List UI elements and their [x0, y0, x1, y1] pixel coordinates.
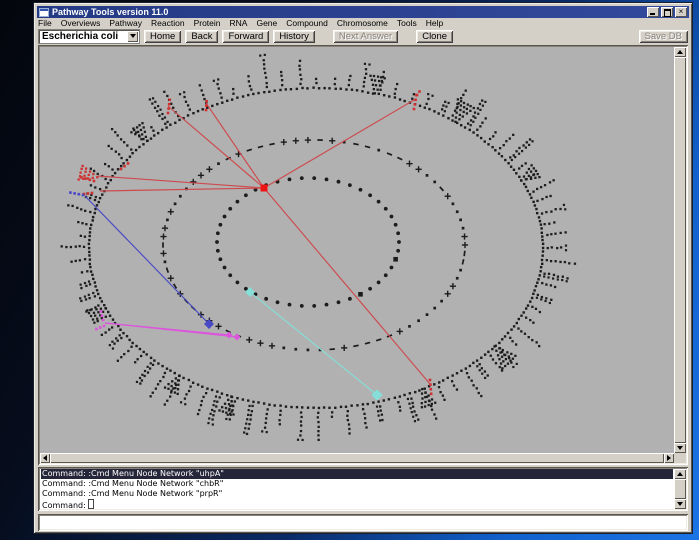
console-scroll-up-button[interactable]	[674, 469, 686, 479]
toolbar: Escherichia coli Home Back Forward Histo…	[38, 29, 688, 43]
scroll-up-button[interactable]	[674, 47, 686, 57]
command-console: Command: :Cmd Menu Node Network "uhpA" C…	[38, 467, 688, 511]
arrow-up-icon	[677, 50, 683, 54]
menu-bar: File Overviews Pathway Reaction Protein …	[38, 19, 688, 28]
next-answer-button: Next Answer	[333, 30, 398, 43]
console-prompt-line[interactable]: Command:	[41, 499, 673, 509]
history-button[interactable]: History	[273, 30, 315, 43]
scroll-right-button[interactable]	[664, 453, 674, 463]
scroll-down-button[interactable]	[674, 443, 686, 453]
menu-item-help[interactable]: Help	[426, 19, 443, 28]
console-line[interactable]: Command: :Cmd Menu Node Network "chbR"	[41, 479, 673, 489]
menu-item-chromosome[interactable]: Chromosome	[337, 19, 388, 28]
app-window: Pathway Tools version 11.0 × File Overvi…	[33, 2, 693, 534]
scroll-left-button[interactable]	[40, 453, 50, 463]
console-line[interactable]: Command: :Cmd Menu Node Network "prpR"	[41, 489, 673, 499]
arrow-down-icon	[677, 502, 683, 506]
minimize-button[interactable]	[647, 7, 659, 17]
close-button[interactable]: ×	[675, 7, 687, 17]
vertical-scroll-thumb[interactable]	[674, 57, 686, 443]
maximize-button[interactable]	[661, 7, 673, 17]
horizontal-scroll-thumb[interactable]	[50, 453, 664, 463]
organism-selector[interactable]: Escherichia coli	[38, 29, 140, 44]
app-icon	[39, 8, 49, 17]
console-scroll-thumb[interactable]	[674, 479, 686, 499]
console-output[interactable]: Command: :Cmd Menu Node Network "uhpA" C…	[41, 469, 673, 509]
window-title: Pathway Tools version 11.0	[52, 6, 647, 18]
title-bar[interactable]: Pathway Tools version 11.0 ×	[37, 6, 689, 18]
menu-item-tools[interactable]: Tools	[397, 19, 417, 28]
maximize-icon	[664, 9, 671, 17]
forward-button[interactable]: Forward	[222, 30, 269, 43]
arrow-right-icon	[667, 455, 671, 461]
command-input[interactable]	[38, 514, 688, 531]
menu-item-overviews[interactable]: Overviews	[61, 19, 101, 28]
menu-item-gene[interactable]: Gene	[256, 19, 277, 28]
organism-value: Escherichia coli	[39, 31, 127, 42]
menu-item-protein[interactable]: Protein	[194, 19, 221, 28]
menu-item-compound[interactable]: Compound	[286, 19, 328, 28]
organism-dropdown-button[interactable]	[127, 31, 138, 42]
menu-item-pathway[interactable]: Pathway	[109, 19, 142, 28]
menu-item-file[interactable]: File	[38, 19, 52, 28]
arrow-up-icon	[677, 472, 683, 476]
console-prompt: Command:	[42, 501, 86, 509]
regulatory-overview-diagram[interactable]	[40, 47, 674, 453]
home-button[interactable]: Home	[144, 30, 181, 43]
console-line[interactable]: Command: :Cmd Menu Node Network "uhpA"	[41, 469, 673, 479]
arrow-down-icon	[677, 446, 683, 450]
console-vertical-scrollbar[interactable]	[674, 469, 686, 509]
network-canvas[interactable]	[40, 47, 674, 453]
text-caret	[88, 499, 94, 509]
arrow-left-icon	[43, 455, 47, 461]
clone-button[interactable]: Clone	[416, 30, 453, 43]
console-scroll-down-button[interactable]	[674, 499, 686, 509]
desktop: Pathway Tools version 11.0 × File Overvi…	[0, 0, 699, 540]
menu-item-reaction[interactable]: Reaction	[151, 19, 185, 28]
canvas-horizontal-scrollbar[interactable]	[40, 453, 674, 463]
canvas-frame	[38, 45, 688, 465]
back-button[interactable]: Back	[185, 30, 218, 43]
canvas-vertical-scrollbar[interactable]	[674, 47, 686, 453]
menu-item-rna[interactable]: RNA	[230, 19, 248, 28]
minimize-icon	[650, 13, 655, 15]
save-db-button: Save DB	[639, 30, 689, 43]
chevron-down-icon	[130, 34, 136, 38]
